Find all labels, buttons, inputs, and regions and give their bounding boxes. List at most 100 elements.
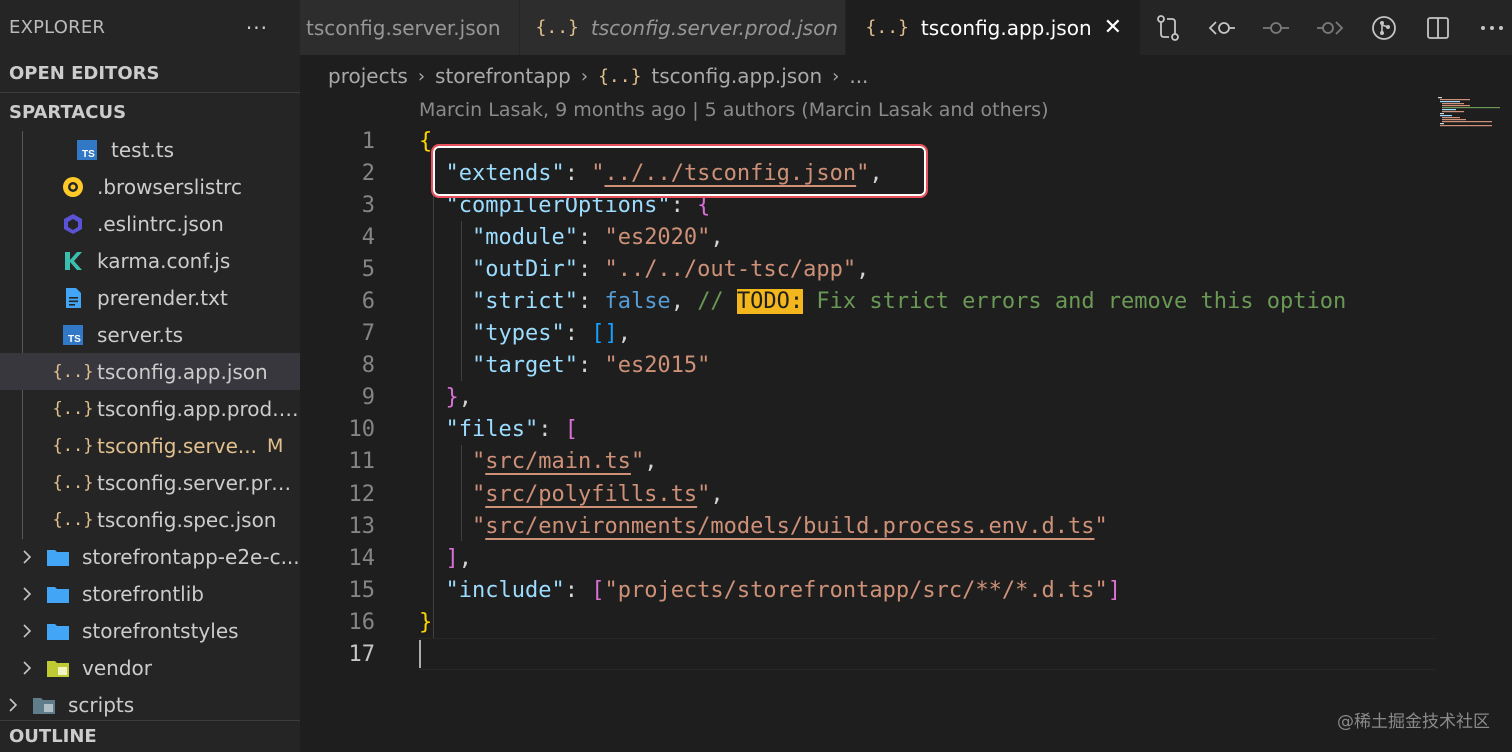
svg-text:TS: TS (68, 334, 81, 345)
chevron-right-icon (20, 660, 34, 676)
tree-item-label: tsconfig.app.prod.j... (97, 396, 300, 421)
tab-tsconfig-server-prod[interactable]: {..} tsconfig.server.prod.json (519, 0, 846, 55)
tree-item-test-ts[interactable]: TS test.ts (0, 131, 300, 168)
json-icon: {..} (52, 398, 94, 419)
line-number: 15 (348, 577, 376, 603)
breadcrumb-item[interactable]: tsconfig.app.json (651, 64, 822, 88)
tree-folder-scripts[interactable]: scripts (0, 686, 300, 723)
go-forward-change-icon[interactable] (1303, 0, 1357, 55)
line-number: 12 (348, 481, 376, 507)
code-line: 8 "target": "es2015" (300, 350, 1440, 382)
tree-folder-storefrontstyles[interactable]: storefrontstyles (0, 612, 300, 649)
json-key: "types" (471, 321, 565, 347)
json-value: "es2020" (604, 224, 711, 250)
code-line: 16 } (300, 606, 1440, 638)
json-icon: {..} (52, 435, 94, 456)
tree-item-label: server.ts (97, 322, 184, 347)
json-icon: {..} (535, 17, 579, 38)
code-line: 7 "types": [], (300, 318, 1440, 350)
tab-tsconfig-server[interactable]: tsconfig.server.json (300, 0, 520, 55)
outline-section[interactable]: OUTLINE (0, 720, 300, 752)
json-link-value[interactable]: src/polyfills.ts (485, 482, 697, 507)
git-graph-icon[interactable] (1357, 0, 1411, 55)
code-line: 11 "src/main.ts", (300, 446, 1440, 478)
tree-item-label: karma.conf.js (97, 248, 231, 273)
breadcrumb-item[interactable]: ... (849, 64, 868, 88)
more-actions-icon[interactable]: ··· (246, 16, 268, 40)
chevron-right-icon: › (580, 65, 589, 87)
line-number: 5 (361, 256, 375, 282)
project-section[interactable]: SPARTACUS (0, 93, 300, 131)
tree-folder-storefrontapp-e2e[interactable]: storefrontapp-e2e-c... (0, 538, 300, 575)
more-actions-icon[interactable] (1465, 0, 1512, 55)
folder-icon (46, 619, 70, 643)
typescript-icon: TS (75, 138, 99, 162)
editor-actions (1141, 0, 1512, 55)
json-value: "projects/storefrontapp/src/**/*.d.ts" (604, 577, 1108, 603)
tree-item-eslintrc[interactable]: .eslintrc.json (0, 205, 300, 242)
line-number: 11 (348, 449, 376, 475)
tree-item-label: storefrontapp-e2e-c... (82, 544, 300, 569)
tree-item-tsconfig-server-prod[interactable]: {..} tsconfig.server.pro... (0, 464, 300, 501)
go-back-change-icon[interactable] (1195, 0, 1249, 55)
tree-item-tsconfig-app-prod[interactable]: {..} tsconfig.app.prod.j... (0, 390, 300, 427)
line-number: 4 (361, 224, 375, 250)
file-tree: TS test.ts .browserslistrc .eslintrc.jso… (0, 131, 300, 723)
text-file-icon (61, 286, 85, 310)
tree-item-label: tsconfig.serve... (97, 433, 257, 458)
json-icon: {..} (52, 361, 94, 382)
tree-item-label: vendor (82, 655, 152, 680)
tree-item-karma-conf[interactable]: karma.conf.js (0, 242, 300, 279)
tree-item-tsconfig-app[interactable]: {..} tsconfig.app.json (0, 353, 300, 390)
tree-folder-vendor[interactable]: vendor (0, 649, 300, 686)
vendor-folder-icon (46, 656, 70, 680)
tab-label: tsconfig.server.json (306, 15, 501, 40)
tree-item-label: tsconfig.app.json (97, 359, 268, 384)
breadcrumb-item[interactable]: projects (328, 64, 408, 88)
chevron-right-icon: › (417, 65, 426, 87)
todo-highlight: TODO: (736, 289, 804, 315)
line-number: 17 (348, 642, 376, 668)
tree-item-label: scripts (68, 692, 135, 717)
tree-item-browserslistrc[interactable]: .browserslistrc (0, 168, 300, 205)
json-link-value[interactable]: src/environments/models/build.process.en… (485, 514, 1094, 539)
json-icon: {..} (865, 17, 909, 38)
breadcrumb: projects › storefrontapp › {..} tsconfig… (300, 55, 1512, 97)
tree-item-tsconfig-server[interactable]: {..} tsconfig.serve... M (0, 427, 300, 464)
line-number: 8 (361, 353, 375, 379)
source-control-compare-icon[interactable] (1141, 0, 1195, 55)
json-key: "files" (445, 417, 539, 443)
watermark: @稀土掘金技术社区 (1337, 712, 1490, 732)
tree-item-label: tsconfig.spec.json (97, 507, 277, 532)
code-line: 12 "src/polyfills.ts", (300, 478, 1440, 510)
line-number: 7 (361, 321, 375, 347)
code-line: 15 "include": ["projects/storefrontapp/s… (300, 574, 1440, 606)
code-line: 17 (300, 639, 1440, 671)
tree-item-label: prerender.txt (97, 285, 228, 310)
json-key: "target" (471, 353, 578, 379)
json-value: false (604, 289, 671, 315)
split-editor-icon[interactable] (1411, 0, 1465, 55)
tree-item-server-ts[interactable]: TS server.ts (0, 316, 300, 353)
line-number: 2 (361, 160, 375, 186)
browserslist-icon (61, 175, 85, 199)
commit-icon[interactable] (1249, 0, 1303, 55)
tree-item-prerender[interactable]: prerender.txt (0, 279, 300, 316)
line-number: 9 (361, 385, 375, 411)
breadcrumb-item[interactable]: storefrontapp (435, 64, 571, 88)
minimap[interactable] (1438, 97, 1500, 127)
json-link-value[interactable]: src/main.ts (485, 449, 631, 474)
folder-icon (46, 545, 70, 569)
tab-tsconfig-app[interactable]: {..} tsconfig.app.json ✕ (845, 0, 1142, 55)
open-editors-section[interactable]: OPEN EDITORS (0, 55, 300, 93)
close-icon[interactable]: ✕ (1104, 15, 1122, 40)
chevron-right-icon (20, 623, 34, 639)
explorer-sidebar: EXPLORER ··· OPEN EDITORS SPARTACUS TS t… (0, 0, 300, 752)
chevron-right-icon (20, 549, 34, 565)
json-key: "include" (445, 577, 565, 603)
tree-folder-storefrontlib[interactable]: storefrontlib (0, 575, 300, 612)
tree-item-tsconfig-spec[interactable]: {..} tsconfig.spec.json (0, 501, 300, 538)
line-number: 6 (361, 289, 375, 315)
tree-item-label: .browserslistrc (97, 174, 242, 199)
git-blame-lens[interactable]: Marcin Lasak, 9 months ago | 5 authors (… (419, 99, 1049, 121)
